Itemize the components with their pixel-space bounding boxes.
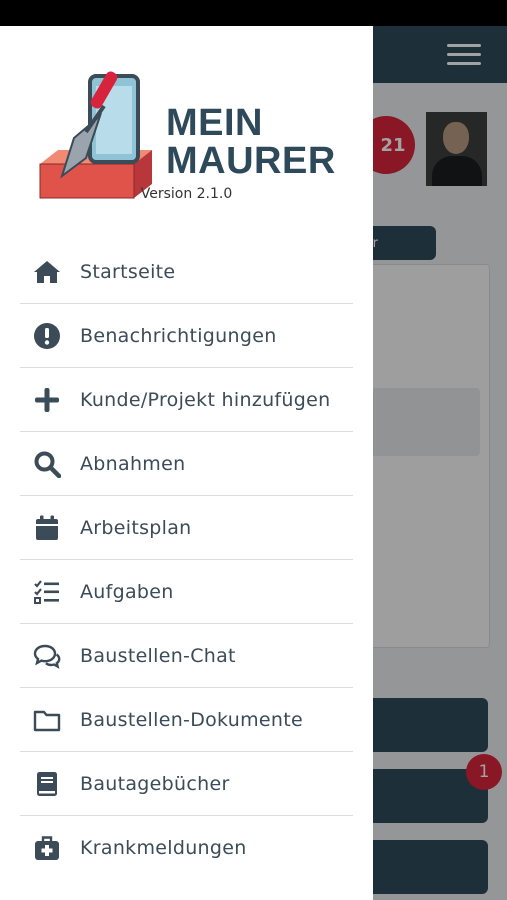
menu-item-label: Bautagebücher <box>80 772 230 795</box>
book-icon <box>32 769 62 799</box>
medical-case-icon <box>32 833 62 863</box>
calendar-icon <box>32 513 62 543</box>
menu-item-baustellen-dokumente[interactable]: Baustellen-Dokumente <box>20 688 353 752</box>
menu-item-label: Krankmeldungen <box>80 837 247 859</box>
menu-item-label: Baustellen-Dokumente <box>80 708 303 731</box>
menu-item-label: Abnahmen <box>80 452 186 475</box>
menu-item-label: Benachrichtigungen <box>80 324 277 347</box>
menu-item-label: Arbeitsplan <box>80 516 192 539</box>
folder-icon <box>32 705 62 735</box>
menu-item-krankmeldungen[interactable]: Krankmeldungen <box>20 816 353 880</box>
menu-item-kunde-projekt-hinzufuegen[interactable]: Kunde/Projekt hinzufügen <box>20 368 353 432</box>
app-logo-title: MEIN MAURER <box>166 102 336 182</box>
menu-item-aufgaben[interactable]: Aufgaben <box>20 560 353 624</box>
menu-item-bautagebuecher[interactable]: Bautagebücher <box>20 752 353 816</box>
alert-circle-icon <box>32 321 62 351</box>
drawer-menu: Startseite Benachrichtigungen Kunde/Proj… <box>20 240 353 880</box>
menu-item-abnahmen[interactable]: Abnahmen <box>20 432 353 496</box>
menu-item-label: Kunde/Projekt hinzufügen <box>80 388 331 411</box>
search-icon <box>32 449 62 479</box>
plus-icon <box>32 385 62 415</box>
home-icon <box>32 257 62 287</box>
menu-item-label: Startseite <box>80 260 176 283</box>
chat-bubbles-icon <box>32 641 62 671</box>
navigation-drawer: MEIN MAURER Version 2.1.0 Startseite Ben… <box>0 26 373 900</box>
status-bar <box>0 0 507 26</box>
menu-item-label: Baustellen-Chat <box>80 644 236 667</box>
menu-item-benachrichtigungen[interactable]: Benachrichtigungen <box>20 304 353 368</box>
menu-item-startseite[interactable]: Startseite <box>20 240 353 304</box>
task-list-icon <box>32 577 62 607</box>
app-version: Version 2.1.0 <box>140 186 233 202</box>
menu-item-label: Aufgaben <box>80 580 174 603</box>
menu-item-arbeitsplan[interactable]: Arbeitsplan <box>20 496 353 560</box>
menu-item-baustellen-chat[interactable]: Baustellen-Chat <box>20 624 353 688</box>
